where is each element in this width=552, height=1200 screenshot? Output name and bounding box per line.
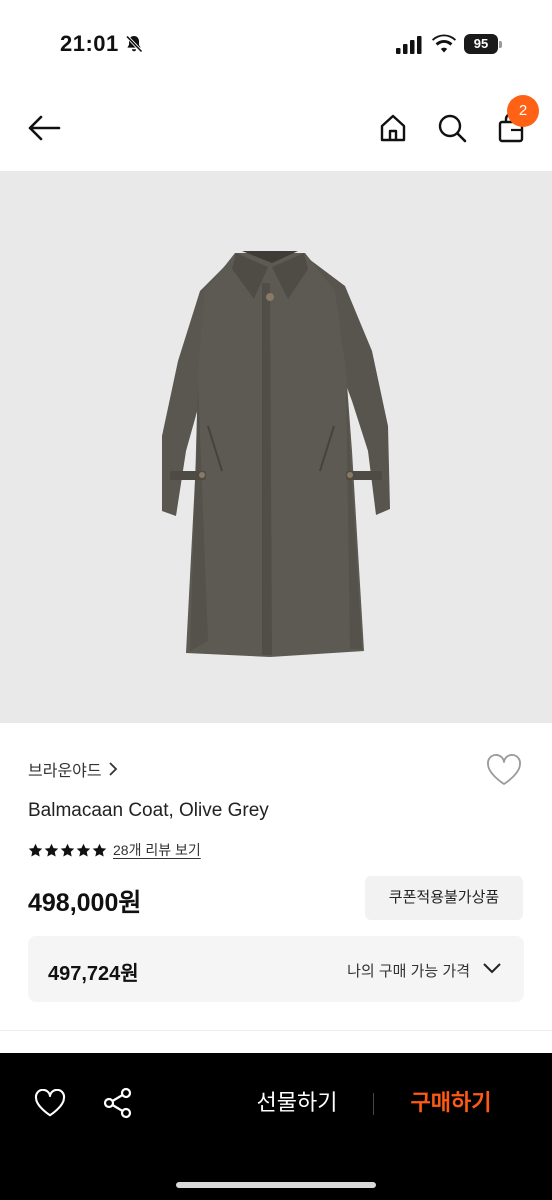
bottom-like-button[interactable] [30,1083,70,1123]
battery-icon: 95 [464,34,502,54]
share-icon [103,1087,132,1119]
chevron-right-icon [108,762,117,776]
battery-level: 95 [464,34,498,54]
product-name: Balmacaan Coat, Olive Grey [28,800,269,821]
top-nav [0,86,552,170]
status-time: 21:01 [60,31,119,56]
brand-link[interactable]: 브라운야드 [28,757,118,781]
heart-icon [34,1089,66,1117]
brand-name: 브라운야드 [28,763,102,780]
like-button[interactable] [484,750,524,790]
buy-button[interactable]: 구매하기 [386,1087,516,1119]
bottom-action-bar: 선물하기 구매하기 [0,1053,552,1200]
gift-button[interactable]: 선물하기 [232,1087,362,1119]
arrow-left-icon [28,115,61,141]
star-icon [92,843,107,856]
heart-icon [487,754,521,785]
signal-icon [396,36,422,54]
status-bar: 21:01 95 [0,0,552,86]
chevron-down-icon [483,963,501,974]
rating-row: 28개 리뷰 보기 [28,840,201,860]
bar-divider [373,1093,374,1115]
star-icon [44,843,59,856]
coat-illustration [162,251,390,657]
cart-count-badge: 2 [507,95,539,127]
section-divider [0,1030,552,1031]
battery-cap [499,41,502,48]
home-indicator [176,1182,376,1188]
product-image[interactable] [0,171,552,723]
product-price: 498,000원 [28,889,142,917]
search-button[interactable] [432,108,472,148]
review-link[interactable]: 28개 리뷰 보기 [113,840,201,860]
star-icon [60,843,75,856]
my-price-value: 497,724원 [48,963,139,985]
back-button[interactable] [24,108,64,148]
coupon-badge: 쿠폰적용불가상품 [365,876,523,920]
home-icon [380,114,406,142]
home-button[interactable] [373,108,413,148]
bell-slash-icon [125,35,143,53]
my-price-dropdown[interactable]: 497,724원 나의 구매 가능 가격 [28,936,524,1002]
my-price-label: 나의 구매 가능 가격 [347,963,470,980]
wifi-icon [432,34,456,53]
star-icon [28,843,43,856]
star-icon [76,843,91,856]
share-button[interactable] [98,1083,138,1123]
search-icon [438,114,467,143]
rating-stars [28,843,107,858]
